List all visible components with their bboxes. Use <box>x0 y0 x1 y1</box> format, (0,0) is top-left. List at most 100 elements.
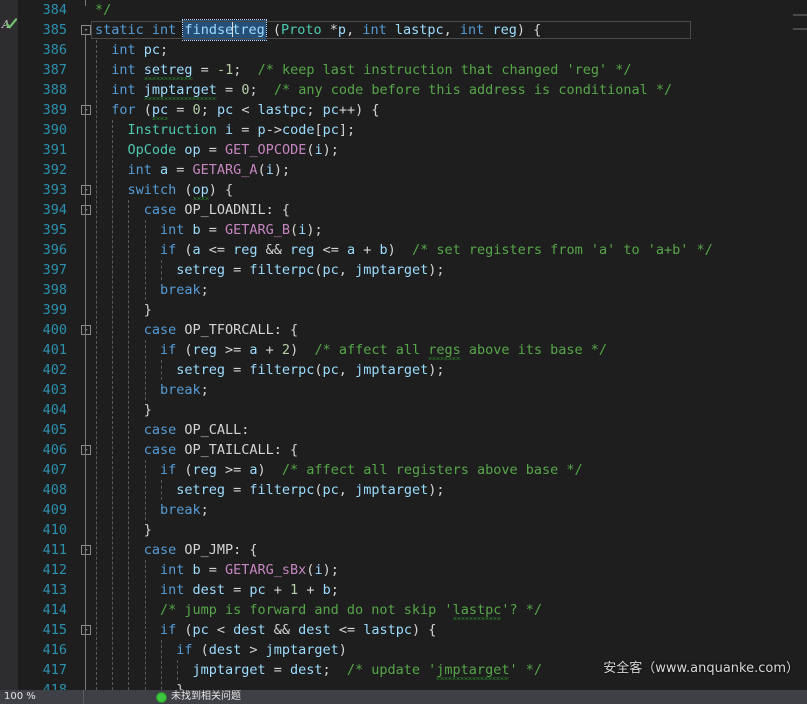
issues-status[interactable]: 未找到相关问题 <box>84 690 241 704</box>
fold-toggle-icon[interactable]: - <box>81 545 91 555</box>
code-line[interactable]: 392 int a = GETARG_A(i); <box>19 160 807 180</box>
code-line[interactable]: 410} <box>19 520 807 540</box>
code-token: >= <box>216 462 250 478</box>
code-line[interactable]: 398 break; <box>19 280 807 300</box>
line-number: 416 <box>42 642 67 658</box>
code-line[interactable]: 400- case OP_TFORCALL: { <box>19 320 807 340</box>
code-token: ; <box>306 102 323 118</box>
glyph-margin[interactable]: A <box>0 0 18 690</box>
code-token: /* keep last instruction that changed 'r… <box>257 62 632 78</box>
code-line[interactable]: 397 setreg = filterpc(pc, jmptarget); <box>19 260 807 280</box>
line-content: } <box>95 400 152 420</box>
code-token: : { <box>265 202 291 218</box>
code-line[interactable]: 388 int jmptarget = 0; /* any code before… <box>19 80 807 100</box>
indent-guide <box>96 40 97 690</box>
code-line[interactable]: 395 int b = GETARG_B(i); <box>19 220 807 240</box>
code-line[interactable]: 404} <box>19 400 807 420</box>
code-token: b <box>379 242 388 258</box>
code-token: = <box>224 362 250 378</box>
code-line[interactable]: 415- if (pc < dest && dest <= lastpc) { <box>19 620 807 640</box>
fold-toggle-icon[interactable]: - <box>81 325 91 335</box>
code-line[interactable]: 414 /* jump is forward and do not skip 'l… <box>19 600 807 620</box>
code-token: ( <box>257 162 266 178</box>
line-number: 411 <box>42 542 67 558</box>
code-line[interactable]: 390 Instruction i = p->code[pc]; <box>19 120 807 140</box>
code-token: b <box>322 582 331 598</box>
code-line[interactable]: 394- case OP_LOADNIL: { <box>19 200 807 220</box>
code-line[interactable]: 411- case OP_JMP: { <box>19 540 807 560</box>
code-line[interactable]: 396 if (a <= reg && reg <= a + b) /* set … <box>19 240 807 260</box>
code-token: jmptarget <box>265 642 339 658</box>
rename-suggestion-icon[interactable]: A <box>2 16 18 34</box>
code-token: GETARG_B <box>225 222 291 238</box>
code-line[interactable]: 407 if (reg >= a) /* affect all registers… <box>19 460 807 480</box>
code-token: ( <box>314 362 323 378</box>
code-token: + <box>355 242 380 258</box>
line-number: 405 <box>42 422 67 438</box>
code-token: lastpc <box>257 102 307 118</box>
fold-toggle-icon[interactable]: - <box>81 205 91 215</box>
code-line[interactable]: 418} <box>19 680 807 690</box>
zoom-level[interactable]: 100 % <box>0 690 84 704</box>
code-line[interactable]: 391 OpCode op = GET_OPCODE(i); <box>19 140 807 160</box>
code-line[interactable]: 412 int b = GETARG_sBx(i); <box>19 560 807 580</box>
code-token: } <box>176 682 185 690</box>
code-line[interactable]: 384 */ <box>19 0 807 20</box>
code-token: + <box>257 342 282 358</box>
line-number: 415 <box>42 622 67 638</box>
code-line[interactable]: 399} <box>19 300 807 320</box>
code-editor[interactable]: A 384 */385- static int findsetreg (Proto … <box>0 0 807 690</box>
line-number: 392 <box>42 162 67 178</box>
vertical-scrollbar[interactable] <box>793 0 807 690</box>
line-number: 403 <box>42 382 67 398</box>
code-line[interactable]: 413 int dest = pc + 1 + b; <box>19 580 807 600</box>
code-line[interactable]: 403 break; <box>19 380 807 400</box>
code-line[interactable]: 393 - switch (op) { <box>19 180 807 200</box>
code-token: filterpc <box>249 362 315 378</box>
code-line[interactable]: 401 if (reg >= a + 2) /* affect all regs … <box>19 340 807 360</box>
line-content: jmptarget = dest; /* update 'jmptarget' … <box>95 660 542 680</box>
code-token: ( <box>192 642 209 658</box>
code-token: : <box>241 422 250 438</box>
indent-guide <box>160 480 162 500</box>
line-content: case OP_TAILCALL: { <box>95 440 298 460</box>
code-token: a <box>249 342 258 358</box>
code-token: above its base */ <box>460 342 608 358</box>
fold-toggle-icon[interactable]: - <box>81 185 91 195</box>
code-token: op <box>184 142 201 158</box>
code-token: setreg <box>176 482 225 498</box>
code-token: GETARG_A <box>192 162 258 178</box>
code-token: */ <box>95 2 112 18</box>
code-token: lastpc <box>363 622 412 638</box>
code-line[interactable]: 402 setreg = filterpc(pc, jmptarget); <box>19 360 807 380</box>
code-token: = <box>200 562 226 578</box>
code-token: ( <box>314 482 323 498</box>
code-line[interactable]: 386 int pc; <box>19 40 807 60</box>
code-token: pc <box>322 122 339 138</box>
code-token: = <box>265 662 290 678</box>
indent-guide <box>160 260 162 280</box>
code-token: = <box>224 482 250 498</box>
fold-toggle-icon[interactable]: - <box>81 25 91 35</box>
code-line[interactable]: 409 break; <box>19 500 807 520</box>
code-token: ); <box>322 562 339 578</box>
code-token: for <box>111 102 136 118</box>
line-number: 413 <box>42 582 67 598</box>
fold-toggle-icon[interactable]: - <box>81 445 91 455</box>
code-token: } <box>143 402 152 418</box>
code-line[interactable]: 406- case OP_TAILCALL: { <box>19 440 807 460</box>
code-line[interactable]: 387 int setreg = -1; /* keep last instruc… <box>19 60 807 80</box>
code-token: pc <box>249 582 266 598</box>
line-number: 393 <box>42 182 67 198</box>
code-token: case <box>143 422 177 438</box>
line-content: switch (op) { <box>95 180 233 200</box>
code-line[interactable]: 389- for (pc = 0; pc < lastpc; pc++) { <box>19 100 807 120</box>
code-line[interactable]: 405 case OP_CALL: <box>19 420 807 440</box>
fold-toggle-icon[interactable]: - <box>81 625 91 635</box>
line-content: case OP_CALL: <box>95 420 250 440</box>
green-check-icon <box>6 18 17 29</box>
code-line[interactable]: 408 setreg = filterpc(pc, jmptarget); <box>19 480 807 500</box>
code-lines[interactable]: 384 */385- static int findsetreg (Proto *p… <box>19 0 807 690</box>
fold-toggle-icon[interactable]: - <box>81 105 91 115</box>
